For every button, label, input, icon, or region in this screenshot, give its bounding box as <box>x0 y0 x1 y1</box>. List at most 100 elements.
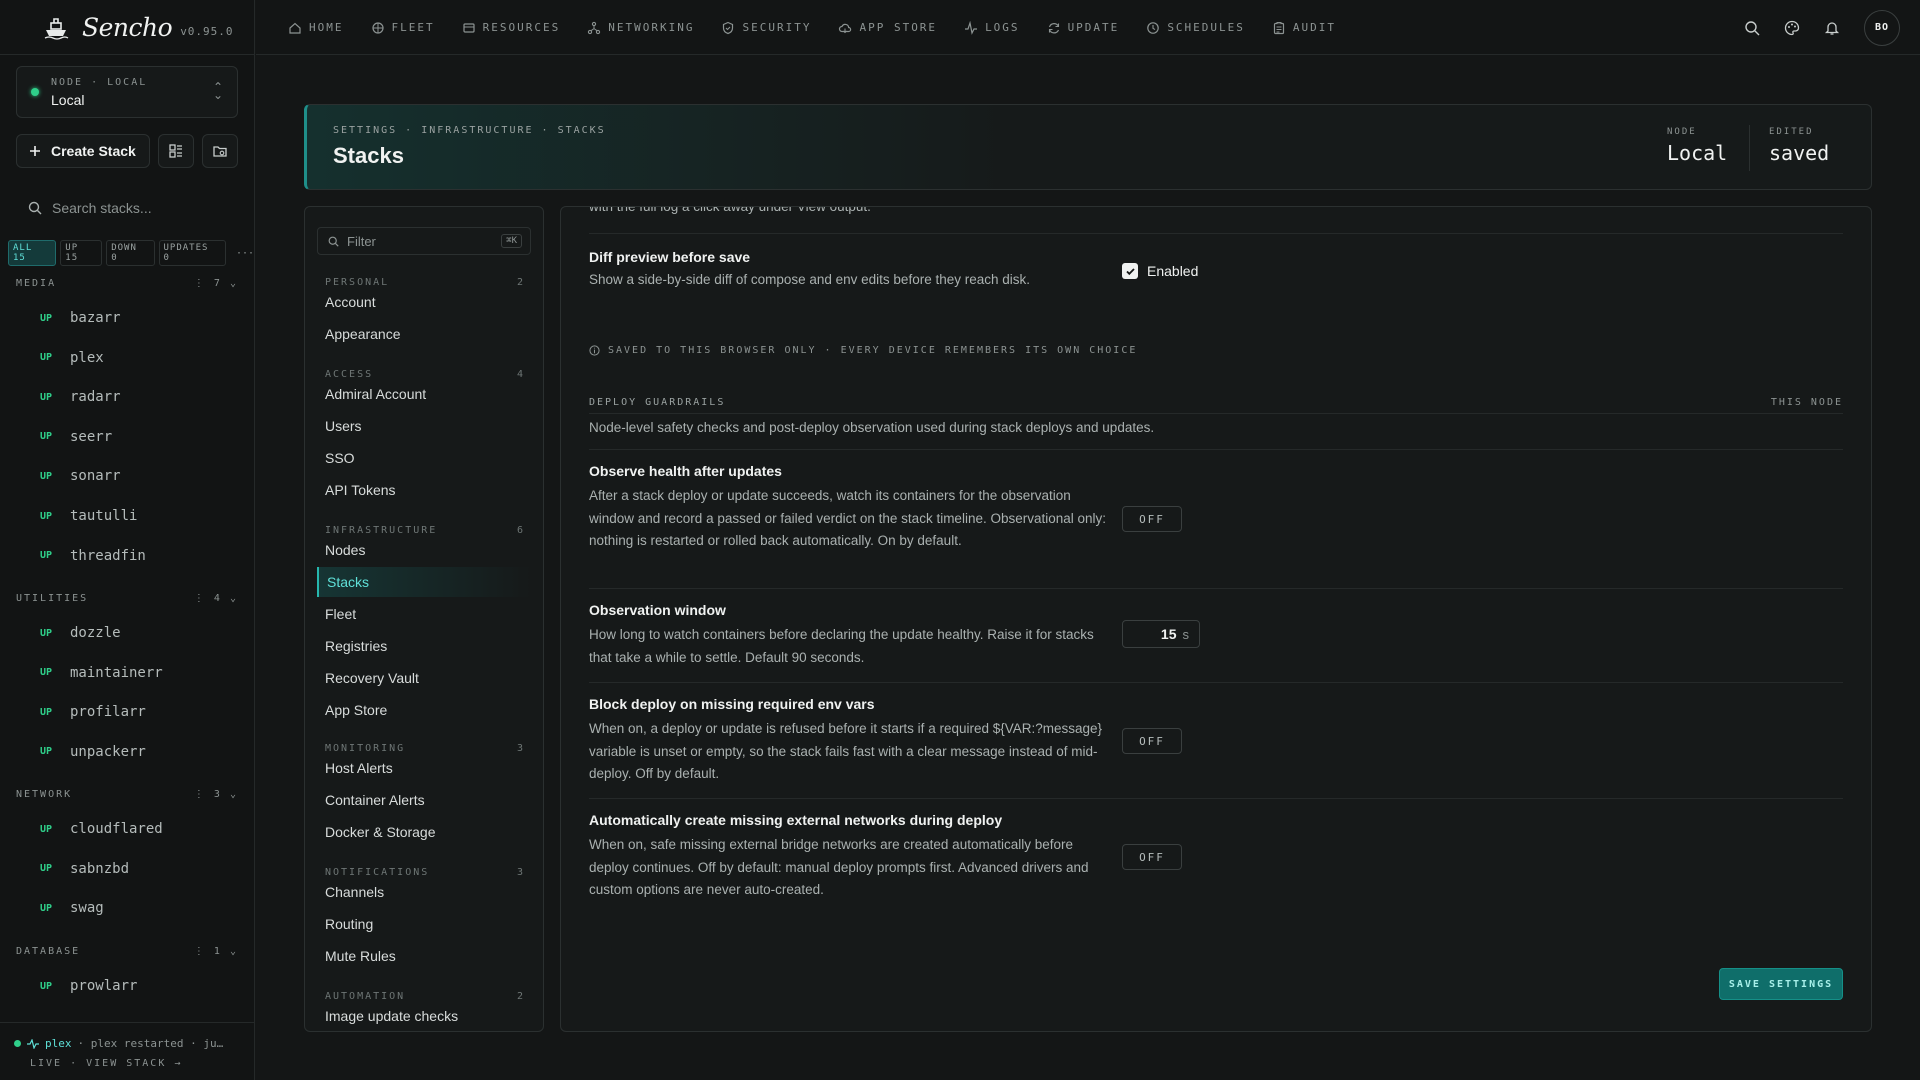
filter-updates-chip[interactable]: UPDATES 0 <box>158 240 226 266</box>
bell-icon[interactable] <box>1824 20 1840 36</box>
stack-item[interactable]: UP swag <box>40 900 104 916</box>
settings-nav-item-api-tokens[interactable]: API Tokens <box>325 482 396 498</box>
settings-nav-item-stacks[interactable]: Stacks <box>317 567 531 597</box>
settings-nav-item-appearance[interactable]: Appearance <box>325 326 401 342</box>
settings-nav-item-mute-rules[interactable]: Mute Rules <box>325 948 396 964</box>
nav-schedules[interactable]: SCHEDULES <box>1146 21 1245 35</box>
settings-nav-item-channels[interactable]: Channels <box>325 884 384 900</box>
nav-app-store[interactable]: APP STORE <box>838 21 937 35</box>
stack-item[interactable]: UP radarr <box>40 389 121 405</box>
nav-networking[interactable]: NETWORKING <box>587 21 694 35</box>
user-avatar[interactable]: BO <box>1864 9 1900 46</box>
stack-search-input[interactable]: Search stacks... <box>52 200 152 216</box>
filter-shortcut: ⌘K <box>501 234 522 248</box>
stack-item[interactable]: UP seerr <box>40 429 112 445</box>
plus-icon <box>30 146 40 156</box>
stack-group-count[interactable]: ⋮ 3 ⌄ <box>194 789 238 800</box>
settings-nav-item-admiral-account[interactable]: Admiral Account <box>325 386 426 402</box>
stack-group-count[interactable]: ⋮ 1 ⌄ <box>194 946 238 957</box>
settings-nav-item-users[interactable]: Users <box>325 418 362 434</box>
import-folder-button[interactable] <box>202 134 238 168</box>
search-icon <box>328 236 339 247</box>
info-icon <box>589 345 600 356</box>
nav-logs[interactable]: LOGS <box>964 20 1020 35</box>
refresh-icon <box>1048 22 1059 33</box>
settings-nav-item-routing[interactable]: Routing <box>325 916 373 932</box>
stack-item[interactable]: UP unpackerr <box>40 744 146 760</box>
stack-item[interactable]: UP sabnzbd <box>40 861 129 877</box>
settings-nav-item-app-store[interactable]: App Store <box>325 702 387 718</box>
brand[interactable]: Sencho v0.95.0 <box>0 0 254 55</box>
shield-icon <box>723 21 734 34</box>
stack-item[interactable]: UP threadfin <box>40 548 146 564</box>
stack-search[interactable]: Search stacks... <box>28 200 152 216</box>
stack-item[interactable]: UP maintainerr <box>40 665 163 681</box>
stack-item[interactable]: UP sonarr <box>40 468 121 484</box>
stack-group-count[interactable]: ⋮ 7 ⌄ <box>194 278 238 289</box>
settings-filter-input[interactable]: Filter ⌘K <box>317 227 531 255</box>
nav-audit[interactable]: AUDIT <box>1272 21 1336 35</box>
stack-item[interactable]: UP cloudflared <box>40 821 163 837</box>
stack-item[interactable]: UP tautulli <box>40 508 137 524</box>
observation-window-input[interactable]: 15 s <box>1122 620 1200 648</box>
settings-group-count: 2 <box>516 277 525 288</box>
save-settings-button[interactable]: SAVE SETTINGS <box>1719 968 1843 1000</box>
nav-resources[interactable]: RESOURCES <box>462 21 561 35</box>
settings-group-header: INFRASTRUCTURE 6 <box>325 525 525 536</box>
filter-more-icon[interactable]: ··· <box>236 248 254 259</box>
block-deploy-toggle[interactable]: OFF <box>1122 728 1182 754</box>
node-selector[interactable]: NODE · LOCAL Local ⌃ ⌄ <box>16 66 238 118</box>
nav-home[interactable]: HOME <box>288 21 344 35</box>
settings-group-name: INFRASTRUCTURE <box>325 525 438 536</box>
stack-status-badge: UP <box>40 312 53 324</box>
stack-group-count[interactable]: ⋮ 4 ⌄ <box>194 593 238 604</box>
settings-nav-item-registries[interactable]: Registries <box>325 638 387 654</box>
stack-item[interactable]: UP prowlarr <box>40 978 137 994</box>
settings-nav-item-image-update-checks[interactable]: Image update checks <box>325 1008 458 1024</box>
layout-toggle-button[interactable] <box>158 134 194 168</box>
nav-security[interactable]: SECURITY <box>721 21 811 35</box>
settings-nav-item-fleet[interactable]: Fleet <box>325 606 356 622</box>
stack-group-header[interactable]: UTILITIES ⋮ 4 ⌄ <box>16 593 238 604</box>
stack-group-header[interactable]: MEDIA ⋮ 7 ⌄ <box>16 278 238 289</box>
settings-group-name: AUTOMATION <box>325 991 406 1002</box>
settings-nav-item-recovery-vault[interactable]: Recovery Vault <box>325 670 419 686</box>
stack-name: plex <box>70 349 104 366</box>
observe-health-toggle[interactable]: OFF <box>1122 506 1182 532</box>
node-status-dot <box>31 88 39 96</box>
settings-nav-item-nodes[interactable]: Nodes <box>325 542 365 558</box>
activity-message: · plex restarted · ju… <box>77 1037 224 1050</box>
activity-footer[interactable]: plex · plex restarted · ju… LIVE · VIEW … <box>0 1022 255 1080</box>
settings-nav-item-account[interactable]: Account <box>325 294 376 310</box>
view-stack-link[interactable]: LIVE · VIEW STACK → <box>30 1058 255 1069</box>
create-stack-button[interactable]: Create Stack <box>16 134 150 168</box>
stack-group-header[interactable]: NETWORK ⋮ 3 ⌄ <box>16 789 238 800</box>
settings-nav-item-container-alerts[interactable]: Container Alerts <box>325 792 425 808</box>
filter-up-chip[interactable]: UP 15 <box>60 240 103 266</box>
stack-item[interactable]: UP dozzle <box>40 625 121 641</box>
stack-group-header[interactable]: DATABASE ⋮ 1 ⌄ <box>16 946 238 957</box>
observation-window-title: Observation window <box>589 602 726 618</box>
header-node-value: Local <box>1667 141 1728 165</box>
search-icon[interactable] <box>1744 20 1760 36</box>
settings-nav-item-host-alerts[interactable]: Host Alerts <box>325 760 393 776</box>
settings-group-count: 3 <box>516 867 525 878</box>
palette-icon[interactable] <box>1784 20 1800 36</box>
settings-nav-item-sso[interactable]: SSO <box>325 450 355 466</box>
nav-fleet[interactable]: FLEET <box>371 21 435 35</box>
cloud-icon <box>839 23 852 33</box>
diff-preview-checkbox[interactable]: Enabled <box>1122 263 1198 279</box>
filter-down-chip[interactable]: DOWN 0 <box>106 240 155 266</box>
stack-name: threadfin <box>70 547 146 564</box>
top-actions: BO <box>1744 0 1900 55</box>
stack-item[interactable]: UP profilarr <box>40 704 146 720</box>
networking-icon <box>588 21 601 34</box>
auto-networks-toggle[interactable]: OFF <box>1122 844 1182 870</box>
stack-item[interactable]: UP plex <box>40 350 104 366</box>
nav-update[interactable]: UPDATE <box>1047 21 1120 35</box>
settings-nav-item-docker-storage[interactable]: Docker & Storage <box>325 824 436 840</box>
stack-name: sabnzbd <box>70 860 130 877</box>
stack-name: swag <box>70 900 104 917</box>
stack-item[interactable]: UP bazarr <box>40 310 121 326</box>
filter-all-chip[interactable]: ALL 15 <box>8 240 57 266</box>
